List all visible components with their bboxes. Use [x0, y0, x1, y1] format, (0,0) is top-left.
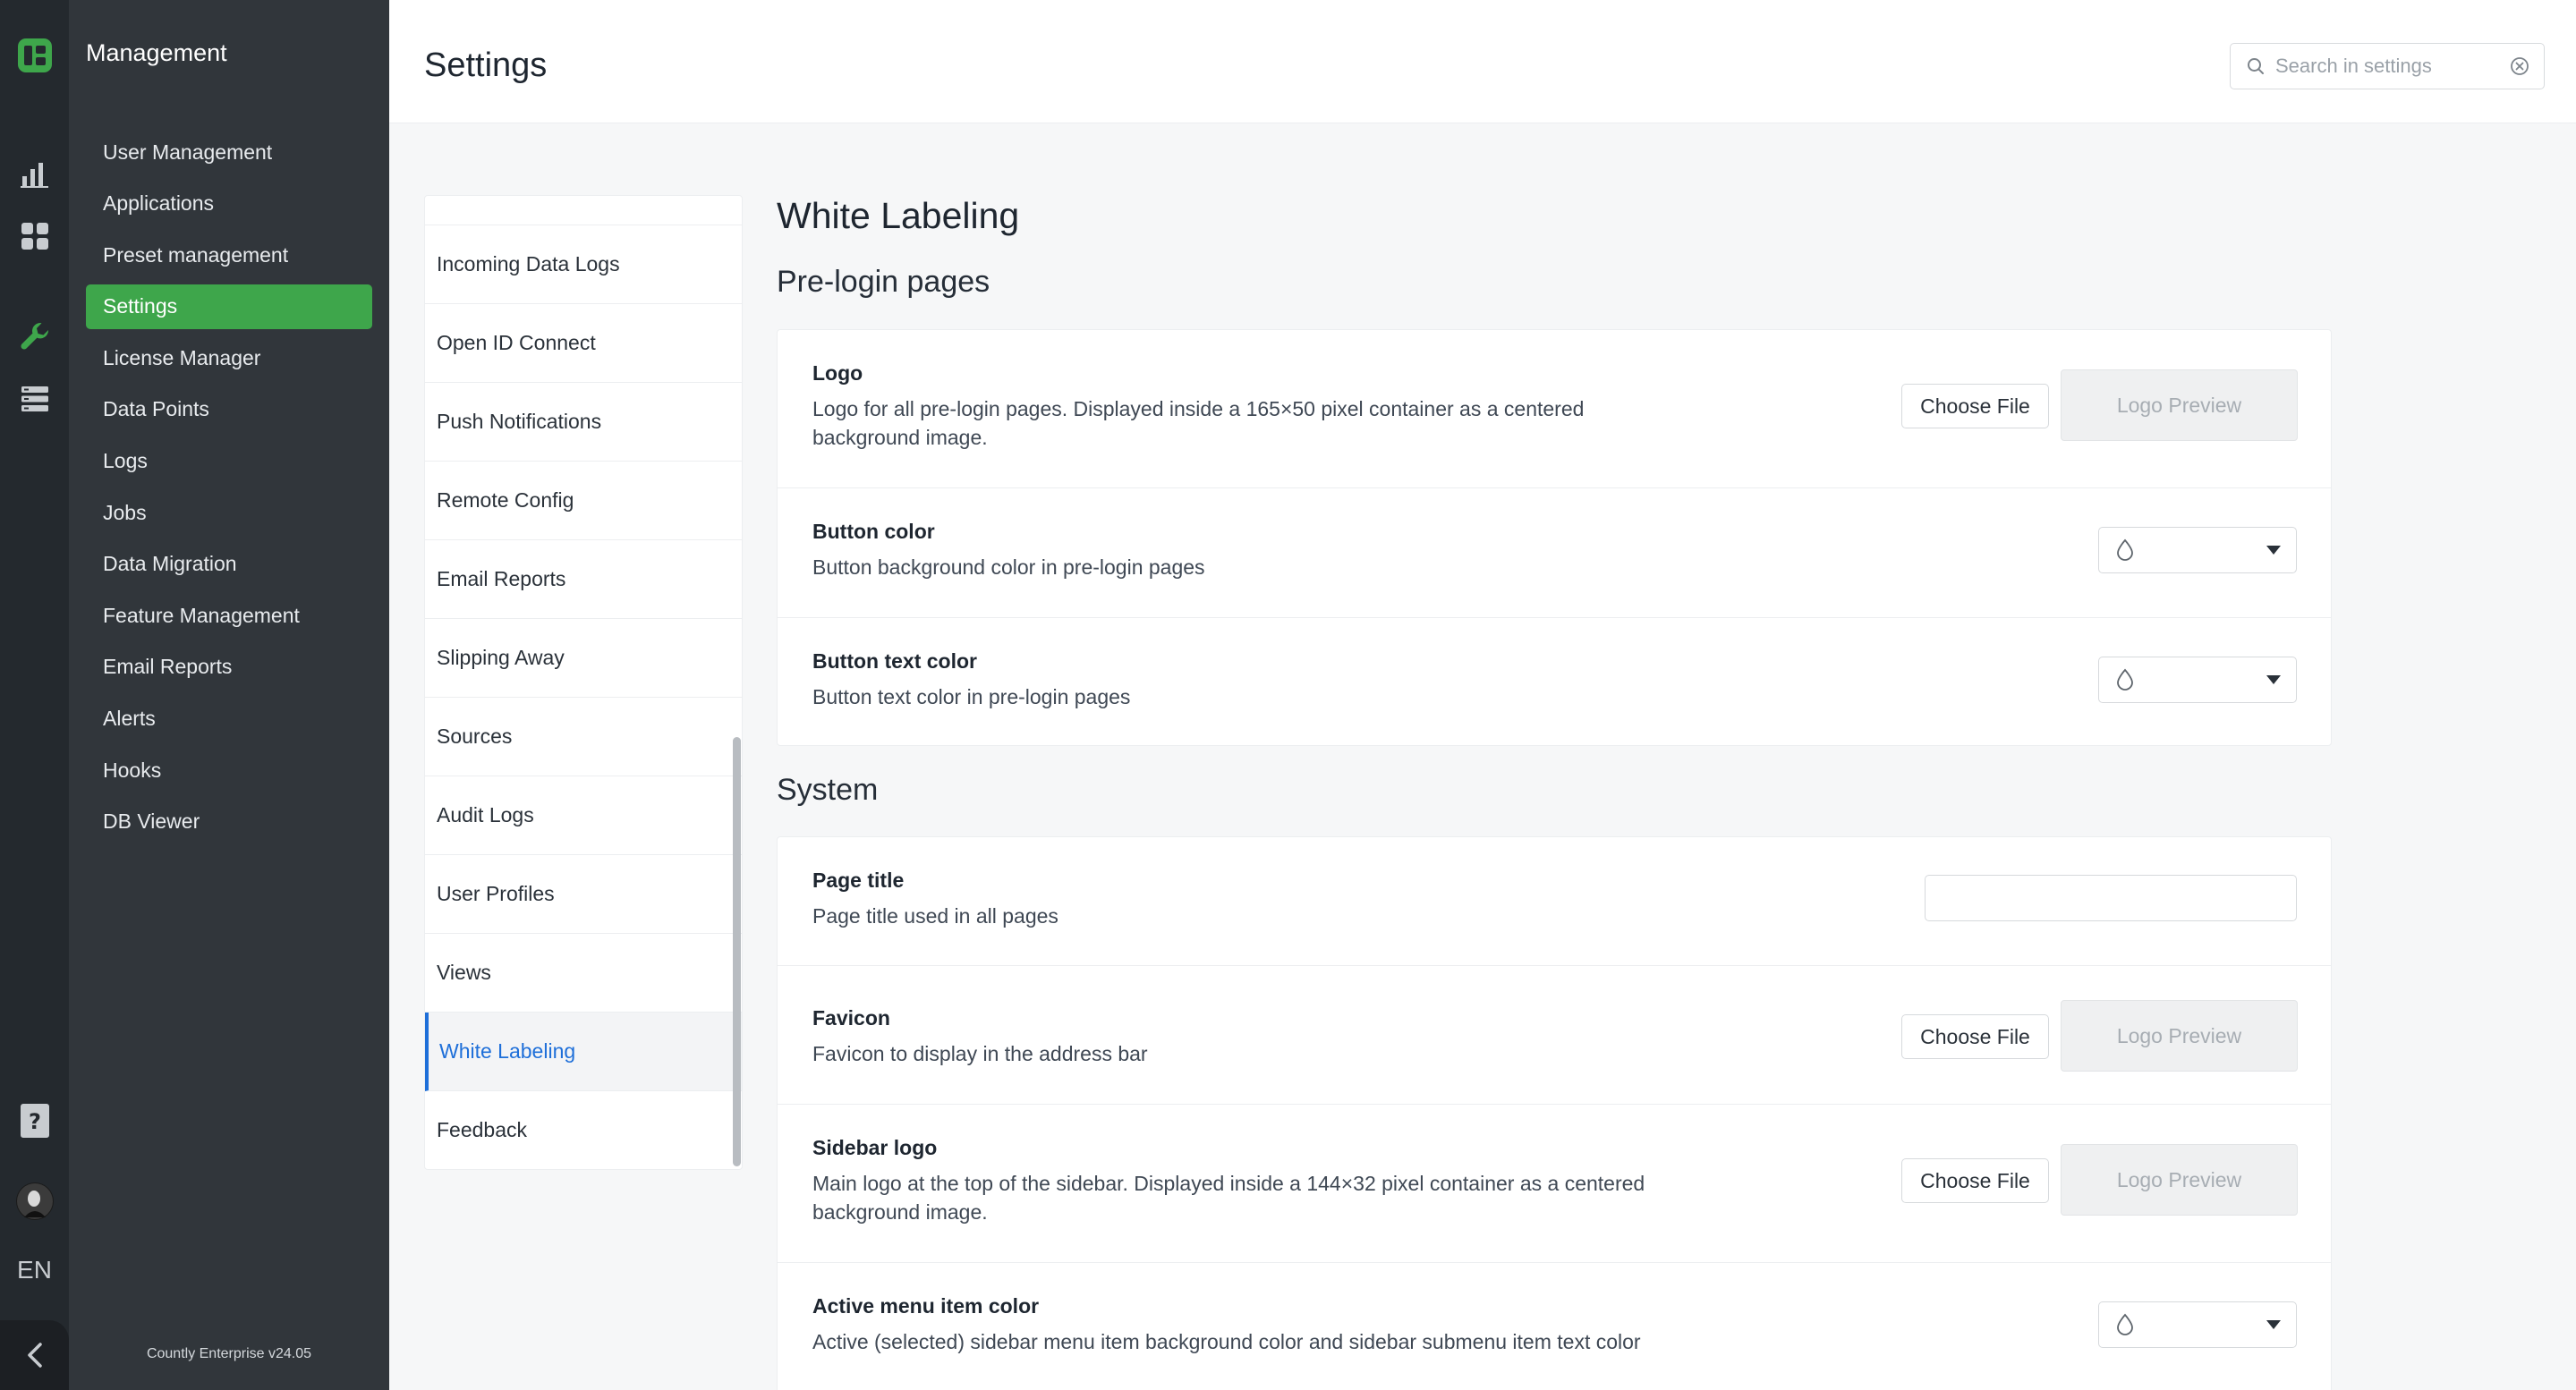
system-settings-card: Page title Page title used in all pages …: [777, 836, 2332, 1390]
setting-label: Sidebar logo: [812, 1136, 938, 1159]
setting-row-sidebar-logo: Sidebar logo Main logo at the top of the…: [778, 1105, 2331, 1263]
settings-nav: Incoming Data Logs Open ID Connect Push …: [424, 195, 743, 1170]
settings-nav-item-incoming-data-logs[interactable]: Incoming Data Logs: [425, 225, 742, 304]
sidebar-item-data-points[interactable]: Data Points: [86, 387, 372, 432]
management-sidebar: Management User Management Applications …: [69, 0, 389, 1390]
section-title: White Labeling: [777, 195, 1020, 236]
setting-description: Favicon to display in the address bar: [812, 1042, 1148, 1065]
sidebar-item-alerts[interactable]: Alerts: [86, 697, 372, 742]
analytics-icon[interactable]: [0, 147, 69, 200]
color-picker[interactable]: [2098, 1301, 2297, 1348]
settings-nav-item-feedback[interactable]: Feedback: [425, 1091, 742, 1169]
page-title-input[interactable]: [1925, 875, 2297, 921]
settings-nav-item-slipping-away[interactable]: Slipping Away: [425, 619, 742, 698]
sidebar-item-data-migration[interactable]: Data Migration: [86, 542, 372, 587]
group-title-pre-login: Pre-login pages: [777, 265, 990, 299]
help-icon[interactable]: ?: [0, 1094, 69, 1148]
setting-row-button-color: Button color Button background color in …: [778, 488, 2331, 618]
settings-nav-item-push-notifications[interactable]: Push Notifications: [425, 383, 742, 462]
setting-row-active-menu-item-color: Active menu item color Active (selected)…: [778, 1263, 2331, 1390]
data-manager-icon[interactable]: [0, 372, 69, 426]
sidebar-item-hooks[interactable]: Hooks: [86, 748, 372, 792]
settings-nav-item-views[interactable]: Views: [425, 934, 742, 1013]
choose-file-button[interactable]: Choose File: [1901, 1158, 2049, 1203]
page-title: Settings: [424, 47, 548, 84]
pre-login-settings-card: Logo Logo for all pre-login pages. Displ…: [777, 329, 2332, 746]
settings-nav-item-open-id-connect[interactable]: Open ID Connect: [425, 304, 742, 383]
management-icon[interactable]: [0, 309, 69, 363]
setting-label: Logo: [812, 361, 863, 385]
choose-file-button[interactable]: Choose File: [1901, 384, 2049, 428]
setting-description: Page title used in all pages: [812, 904, 1058, 928]
choose-file-button[interactable]: Choose File: [1901, 1014, 2049, 1059]
search-input[interactable]: [2275, 55, 2508, 78]
setting-row-favicon: Favicon Favicon to display in the addres…: [778, 966, 2331, 1105]
setting-description: Active (selected) sidebar menu item back…: [812, 1330, 1641, 1353]
setting-description: Main logo at the top of the sidebar. Dis…: [812, 1172, 1645, 1224]
setting-label: Active menu item color: [812, 1294, 1040, 1318]
countly-logo-icon[interactable]: [0, 29, 69, 82]
setting-label: Button color: [812, 520, 935, 543]
setting-row-logo: Logo Logo for all pre-login pages. Displ…: [778, 330, 2331, 488]
setting-row-button-text-color: Button text color Button text color in p…: [778, 618, 2331, 747]
color-drop-icon: [2115, 538, 2135, 562]
setting-label: Favicon: [812, 1006, 890, 1030]
sidebar-item-applications[interactable]: Applications: [86, 182, 372, 226]
chevron-left-icon: [27, 1343, 42, 1368]
setting-description: Button background color in pre-login pag…: [812, 555, 1205, 579]
sidebar-menu: User Management Applications Preset mana…: [86, 130, 372, 851]
avatar[interactable]: [0, 1174, 69, 1228]
settings-nav-item-remote-config[interactable]: Remote Config: [425, 462, 742, 540]
sidebar-item-preset-management[interactable]: Preset management: [86, 233, 372, 277]
version-label: Countly Enterprise v24.05: [146, 1346, 312, 1361]
settings-search[interactable]: [2230, 43, 2545, 89]
sidebar-logo-preview: Logo Preview: [2061, 1144, 2298, 1216]
sidebar-item-logs[interactable]: Logs: [86, 439, 372, 484]
setting-label: Page title: [812, 869, 905, 892]
page-header: Settings: [389, 0, 2576, 123]
dashboards-icon[interactable]: [0, 209, 69, 263]
color-picker[interactable]: [2098, 527, 2297, 573]
settings-nav-item-user-profiles[interactable]: User Profiles: [425, 855, 742, 934]
settings-nav-item-audit-logs[interactable]: Audit Logs: [425, 776, 742, 855]
sidebar-item-license-manager[interactable]: License Manager: [86, 335, 372, 380]
sidebar-item-email-reports[interactable]: Email Reports: [86, 645, 372, 690]
color-picker[interactable]: [2098, 657, 2297, 703]
group-title-system: System: [777, 773, 879, 807]
svg-text:?: ?: [29, 1109, 41, 1134]
collapse-sidebar-button[interactable]: [0, 1320, 69, 1390]
settings-nav-item-partial[interactable]: [425, 196, 742, 225]
language-switcher[interactable]: EN: [0, 1248, 69, 1293]
clear-search-icon[interactable]: [2510, 56, 2529, 76]
chevron-down-icon: [2266, 1319, 2282, 1330]
sidebar-title: Management: [86, 39, 227, 66]
settings-nav-item-white-labeling[interactable]: White Labeling: [425, 1013, 742, 1091]
chevron-down-icon: [2266, 674, 2282, 685]
settings-nav-scrollbar[interactable]: [733, 737, 741, 1166]
color-drop-icon: [2115, 1313, 2135, 1336]
sidebar-item-db-viewer[interactable]: DB Viewer: [86, 800, 372, 844]
sidebar-item-jobs[interactable]: Jobs: [86, 490, 372, 535]
icon-rail: ? EN: [0, 0, 69, 1390]
setting-label: Button text color: [812, 649, 977, 673]
setting-row-page-title: Page title Page title used in all pages: [778, 837, 2331, 966]
sidebar-item-feature-management[interactable]: Feature Management: [86, 593, 372, 638]
chevron-down-icon: [2266, 545, 2282, 555]
setting-description: Button text color in pre-login pages: [812, 685, 1131, 708]
search-icon: [2247, 57, 2265, 75]
settings-nav-item-sources[interactable]: Sources: [425, 698, 742, 776]
sidebar-item-settings[interactable]: Settings: [86, 284, 372, 329]
logo-preview: Logo Preview: [2061, 369, 2298, 441]
color-drop-icon: [2115, 668, 2135, 691]
favicon-preview: Logo Preview: [2061, 1000, 2298, 1072]
setting-description: Logo for all pre-login pages. Displayed …: [812, 397, 1585, 449]
settings-nav-item-email-reports[interactable]: Email Reports: [425, 540, 742, 619]
sidebar-item-user-management[interactable]: User Management: [86, 130, 372, 174]
